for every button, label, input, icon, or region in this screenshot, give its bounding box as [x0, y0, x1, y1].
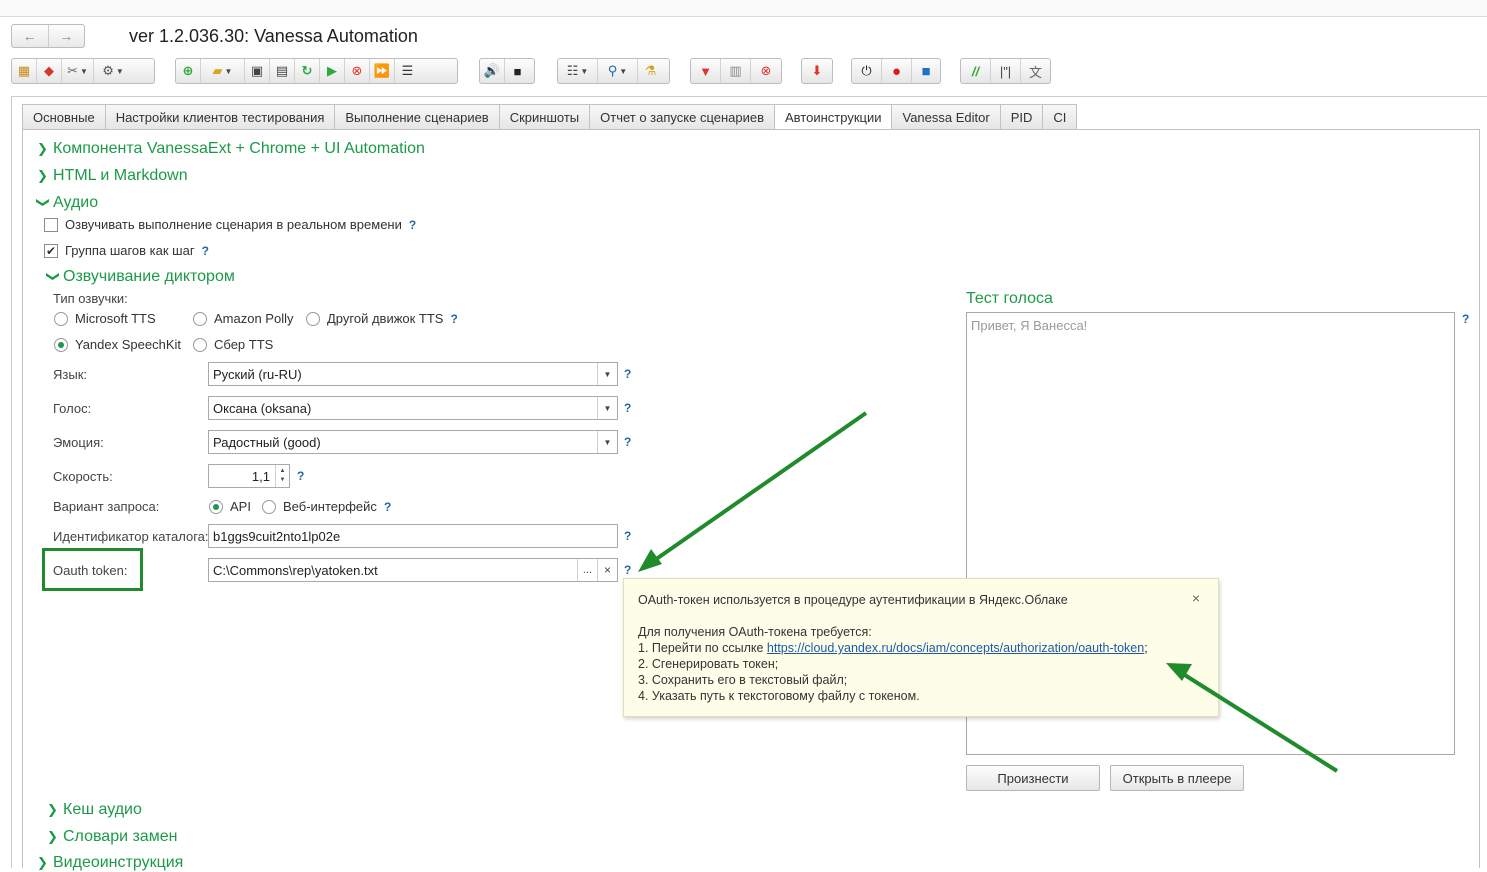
annotation-arrows — [638, 411, 1339, 773]
arrow-to-link — [1166, 663, 1339, 773]
arrow-to-help-icon — [638, 411, 868, 572]
